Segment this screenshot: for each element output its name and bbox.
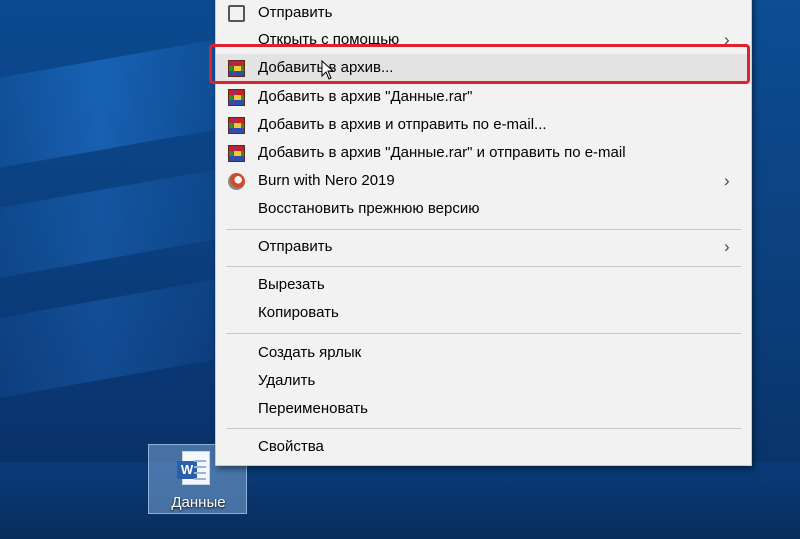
menu-item-label: Вырезать xyxy=(258,276,325,293)
menu-item-label: Переименовать xyxy=(258,400,368,417)
menu-item-label: Добавить в архив "Данные.rar" xyxy=(258,88,473,105)
annotation-highlight-box xyxy=(209,44,750,84)
menu-item-copy[interactable]: Копировать xyxy=(216,299,751,327)
menu-item-label: Burn with Nero 2019 xyxy=(258,172,395,189)
menu-item-label: Добавить в архив и отправить по e-mail..… xyxy=(258,116,547,133)
menu-separator xyxy=(226,428,741,429)
menu-item-label: Отправить xyxy=(258,4,333,21)
menu-item-label: Восстановить прежнюю версию xyxy=(258,200,480,217)
menu-item-burn-nero[interactable]: Burn with Nero 2019 › xyxy=(216,167,751,195)
winrar-icon xyxy=(228,89,245,106)
menu-item-label: Свойства xyxy=(258,438,324,455)
menu-item-label: Добавить в архив "Данные.rar" и отправит… xyxy=(258,144,626,161)
menu-item-share[interactable]: Отправить xyxy=(216,0,751,27)
menu-item-delete[interactable]: Удалить xyxy=(216,367,751,395)
menu-item-label: Удалить xyxy=(258,372,316,389)
menu-separator xyxy=(226,333,741,334)
menu-item-create-shortcut[interactable]: Создать ярлык xyxy=(216,339,751,367)
menu-item-label: Отправить xyxy=(258,238,333,255)
menu-separator xyxy=(226,266,741,267)
menu-item-rename[interactable]: Переименовать xyxy=(216,395,751,423)
menu-item-properties[interactable]: Свойства xyxy=(216,433,751,461)
wallpaper-edge xyxy=(750,0,800,539)
menu-item-cut[interactable]: Вырезать xyxy=(216,271,751,299)
word-logo-icon: W xyxy=(177,461,197,479)
menu-separator xyxy=(226,229,741,230)
menu-item-restore-version[interactable]: Восстановить прежнюю версию xyxy=(216,195,751,223)
menu-item-add-rar-and-email[interactable]: Добавить в архив "Данные.rar" и отправит… xyxy=(216,139,751,167)
menu-item-label: Создать ярлык xyxy=(258,344,362,361)
menu-item-send-to[interactable]: Отправить › xyxy=(216,233,751,261)
chevron-right-icon: › xyxy=(724,171,730,190)
winrar-icon xyxy=(228,145,245,162)
word-document-icon: W xyxy=(177,451,210,485)
share-icon xyxy=(228,5,245,22)
menu-item-add-to-rar[interactable]: Добавить в архив "Данные.rar" xyxy=(216,83,751,111)
mouse-cursor-icon xyxy=(321,60,335,80)
wallpaper-floor xyxy=(0,462,800,539)
menu-item-label: Копировать xyxy=(258,304,339,321)
winrar-icon xyxy=(228,117,245,134)
nero-icon xyxy=(228,173,245,190)
chevron-right-icon: › xyxy=(724,237,730,256)
menu-item-add-and-email[interactable]: Добавить в архив и отправить по e-mail..… xyxy=(216,111,751,139)
desktop-file-label: Данные xyxy=(171,494,226,511)
